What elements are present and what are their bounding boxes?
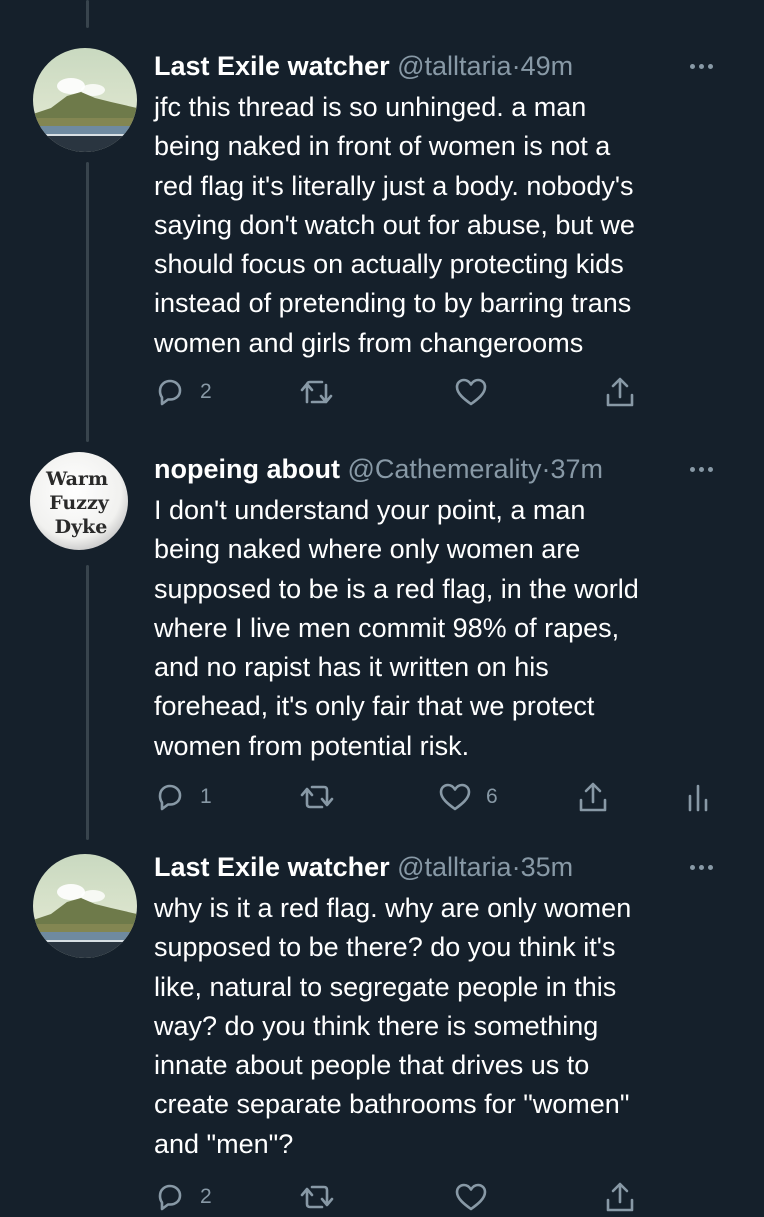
share-icon <box>606 1182 634 1212</box>
reply-button[interactable]: 2 <box>154 1177 212 1217</box>
reply-button[interactable]: 1 <box>154 777 212 817</box>
tweet-text-line: why is it a red flag. why are only women <box>154 893 632 923</box>
retweet-button[interactable] <box>299 1177 335 1217</box>
like-count: 6 <box>486 785 498 808</box>
badge-text-line: Warm <box>45 468 108 490</box>
tweet-text-line: like, natural to segregate people in thi… <box>154 971 617 1002</box>
tweet-text-line: and no rapist has it written on his <box>154 652 549 683</box>
tweet-text-line: women and girls from changerooms <box>154 327 584 358</box>
display-name[interactable]: nopeing about <box>154 454 340 484</box>
user-handle[interactable]: @Cathemerality <box>347 454 541 484</box>
badge-text-line: Fuzzy <box>49 492 110 514</box>
user-handle[interactable]: @talltaria <box>397 852 511 882</box>
timestamp[interactable]: 35m <box>521 852 574 882</box>
tweet-text-line: I don't understand your point, a man <box>154 495 586 525</box>
more-icon[interactable] <box>690 849 713 885</box>
like-button[interactable] <box>454 372 488 412</box>
tweet[interactable]: Last Exile watcher @talltaria·49m jfc th… <box>0 48 764 428</box>
analytics-icon <box>688 784 708 812</box>
user-handle[interactable]: @talltaria <box>397 51 511 81</box>
share-icon <box>579 782 607 812</box>
tweet-actions: 2 <box>154 372 714 412</box>
reply-count: 2 <box>200 380 212 403</box>
share-button[interactable] <box>577 777 609 817</box>
retweet-button[interactable] <box>299 372 335 412</box>
tweet-header: Last Exile watcher @talltaria·49m <box>154 48 573 84</box>
tweet-text: I don't understand your point, a man bei… <box>154 491 744 766</box>
like-button[interactable]: 6 <box>438 777 498 817</box>
heart-icon <box>455 1183 487 1211</box>
tweet-text-line: and "men"? <box>154 1128 294 1159</box>
separator-dot: · <box>511 852 521 882</box>
reply-count: 2 <box>200 1185 212 1208</box>
tweet-text-line: women from potential risk. <box>154 730 470 761</box>
tweet-text-line: being naked where only women are <box>154 534 581 565</box>
thread-line-top <box>86 0 89 28</box>
retweet-icon <box>300 785 334 809</box>
like-button[interactable] <box>454 1177 488 1217</box>
badge-text-line: Dyke <box>55 516 108 538</box>
display-name[interactable]: Last Exile watcher <box>154 51 390 81</box>
retweet-button[interactable] <box>299 777 335 817</box>
reply-count: 1 <box>200 785 212 808</box>
tweet-text-line: supposed to be there? do you think it's <box>154 932 616 963</box>
share-button[interactable] <box>604 1177 636 1217</box>
tweet-text-line: instead of pretending to by barring tran… <box>154 288 632 319</box>
separator-dot: · <box>511 51 521 81</box>
tweet-text: jfc this thread is so unhinged. a man be… <box>154 88 744 363</box>
heart-icon <box>439 783 471 811</box>
retweet-icon <box>300 1185 334 1209</box>
display-name[interactable]: Last Exile watcher <box>154 852 390 882</box>
tweet-text-line: forehead, it's only fair that we protect <box>154 691 595 722</box>
tweet-text-line: being naked in front of women is not a <box>154 131 611 162</box>
landscape-avatar-icon[interactable] <box>33 854 137 958</box>
tweet-text-line: way? do you think there is something <box>154 1010 599 1041</box>
tweet-text-line: jfc this thread is so unhinged. a man <box>154 92 587 122</box>
tweet-text-line: supposed to be is a red flag, in the wor… <box>154 573 639 604</box>
tweet-text-line: create separate bathrooms for "women" <box>154 1089 630 1120</box>
share-icon <box>606 377 634 407</box>
tweet-text-line: red flag it's literally just a body. nob… <box>154 170 634 201</box>
tweet-text-line: where I live men commit 98% of rapes, <box>154 612 620 643</box>
tweet-text-line: should focus on actually protecting kids <box>154 249 624 280</box>
more-icon[interactable] <box>690 451 713 487</box>
heart-icon <box>455 378 487 406</box>
reply-icon <box>158 379 182 406</box>
timestamp[interactable]: 37m <box>550 454 603 484</box>
tweet-text-line: innate about people that drives us to <box>154 1050 590 1081</box>
tweet-actions: 1 6 <box>154 777 714 817</box>
reply-icon <box>158 784 182 811</box>
landscape-avatar-icon[interactable] <box>33 48 137 152</box>
tweet-text: why is it a red flag. why are only women… <box>154 889 744 1164</box>
reply-icon <box>158 1184 182 1211</box>
tweet-header: nopeing about @Cathemerality·37m <box>154 451 603 487</box>
timestamp[interactable]: 49m <box>521 51 574 81</box>
share-button[interactable] <box>604 372 636 412</box>
more-icon[interactable] <box>690 48 713 84</box>
tweet[interactable]: Warm Fuzzy Dyke nopeing about @Cathemera… <box>0 451 764 831</box>
retweet-icon <box>300 380 333 404</box>
analytics-button[interactable] <box>686 777 710 817</box>
tweet-header: Last Exile watcher @talltaria·35m <box>154 849 573 885</box>
tweet[interactable]: Last Exile watcher @talltaria·35m why is… <box>0 849 764 1212</box>
tweet-text-line: saying don't watch out for abuse, but we <box>154 209 635 240</box>
reply-button[interactable]: 2 <box>154 372 212 412</box>
tweet-actions: 2 <box>154 1177 714 1217</box>
button-badge-avatar-icon[interactable]: Warm Fuzzy Dyke <box>29 451 129 551</box>
